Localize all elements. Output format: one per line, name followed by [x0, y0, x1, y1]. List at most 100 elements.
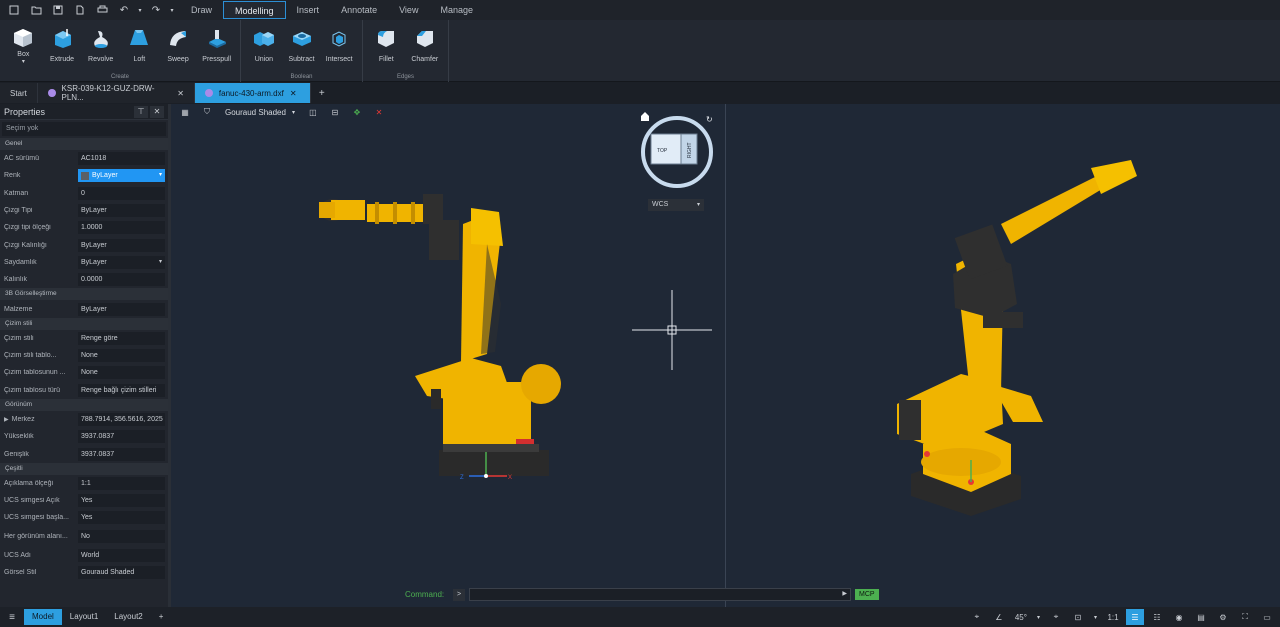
save-icon[interactable]: [48, 1, 68, 19]
pin-icon[interactable]: ⊤: [134, 105, 148, 118]
menu-view[interactable]: View: [388, 1, 429, 19]
section-view[interactable]: Görünüm: [0, 398, 168, 411]
union-label: Union: [254, 56, 273, 63]
ucs-icon-on-field[interactable]: Yes: [78, 494, 165, 508]
notes-icon[interactable]: ▤: [1192, 609, 1210, 625]
save-as-icon[interactable]: [70, 1, 90, 19]
expand-arrow-icon[interactable]: ▶: [4, 417, 9, 423]
annotation-scale[interactable]: 1:1: [1104, 609, 1122, 625]
fullscreen-icon[interactable]: ⛶: [1236, 609, 1254, 625]
transparency-dropdown[interactable]: ByLayer ▾: [78, 255, 165, 269]
linetype-scale-field[interactable]: 1.0000: [78, 221, 165, 235]
menu-annotate[interactable]: Annotate: [330, 1, 388, 19]
visual-style-field[interactable]: Gouraud Shaded: [78, 566, 165, 580]
properties-list-icon[interactable]: ☷: [1148, 609, 1166, 625]
ribbon-group-boolean: Union Subtract Intersect Boolean: [241, 20, 363, 82]
tab-document-1[interactable]: KSR-039-K12-GUZ-DRW-PLN... ✕: [37, 83, 195, 103]
thickness-field[interactable]: 0.0000: [78, 273, 165, 287]
chamfer-label: Chamfer: [411, 56, 439, 63]
prop-row-cizim-tablosunun: Çizim tablosunun ... None: [0, 364, 168, 381]
ucs-icon-origin-field[interactable]: Yes: [78, 511, 165, 525]
print-icon[interactable]: [92, 1, 112, 19]
annotation-scale-field[interactable]: 1:1: [78, 476, 165, 490]
plot-style-field[interactable]: Renge göre: [78, 331, 165, 345]
command-history-button[interactable]: >: [453, 588, 465, 601]
chat-icon[interactable]: ▭: [1258, 609, 1276, 625]
center-field[interactable]: 788.7914, 356.5616, 2025: [78, 413, 165, 426]
prop-key: Çizgi Tipi: [4, 207, 33, 215]
drawing-viewport[interactable]: ▦ ⛉ Gouraud Shaded ▾ ◫ ⊟ ✥ ✕ Z X TOP RIG…: [171, 104, 1280, 607]
loft-icon: [127, 27, 151, 49]
fillet-icon: [374, 27, 398, 49]
subtract-label: Subtract: [288, 56, 315, 63]
chevron-right-icon[interactable]: ▶: [842, 590, 847, 597]
ucs-per-viewport-field[interactable]: No: [78, 530, 165, 544]
menu-draw[interactable]: Draw: [180, 1, 223, 19]
plot-table-attached-field[interactable]: None: [78, 366, 165, 380]
lineweight-field[interactable]: ByLayer: [78, 238, 165, 252]
menu-manage[interactable]: Manage: [429, 1, 484, 19]
layer-field[interactable]: 0: [78, 186, 165, 200]
tab-layout1[interactable]: Layout1: [62, 609, 106, 625]
presspull-icon: [205, 27, 229, 49]
linetype-field[interactable]: ByLayer: [78, 204, 165, 218]
object-snap-icon[interactable]: ⌖: [1047, 609, 1065, 625]
undo-dropdown-icon[interactable]: ▾: [136, 1, 144, 19]
new-tab-button[interactable]: +: [311, 83, 333, 103]
fillet-label: Fillet: [378, 56, 394, 63]
tab-start[interactable]: Start: [0, 83, 38, 103]
view-cube[interactable]: TOP RIGHT ↻: [641, 112, 713, 188]
material-field[interactable]: ByLayer: [78, 302, 165, 316]
section-plot-style[interactable]: Çizim stili: [0, 317, 168, 330]
close-tab-icon[interactable]: ✕: [177, 89, 184, 98]
tab-document-2[interactable]: fanuc-430-arm.dxf ✕: [194, 83, 311, 103]
open-folder-icon[interactable]: [26, 1, 46, 19]
polar-angle-value[interactable]: 45°: [1012, 609, 1030, 625]
selection-dropdown[interactable]: Seçim yok: [2, 122, 166, 136]
height-field[interactable]: 3937.0837: [78, 430, 165, 444]
visibility-eye-icon[interactable]: ◉: [1170, 609, 1188, 625]
polar-angle-icon[interactable]: ∠: [990, 609, 1008, 625]
command-input[interactable]: ▶: [469, 588, 851, 601]
ucs-name-field[interactable]: World: [78, 548, 165, 562]
view-cube-top-label[interactable]: TOP: [657, 148, 668, 154]
close-icon[interactable]: ✕: [150, 105, 164, 118]
plot-table-type-field[interactable]: Renge bağlı çizim stilleri: [78, 383, 165, 397]
close-tab-icon[interactable]: ✕: [290, 89, 297, 98]
add-layout-button[interactable]: +: [151, 609, 172, 625]
new-file-icon[interactable]: [4, 1, 24, 19]
hamburger-menu-icon[interactable]: ≡: [0, 612, 24, 623]
wcs-dropdown[interactable]: WCS ▾: [648, 199, 704, 211]
lineweight-icon[interactable]: ☰: [1126, 609, 1144, 625]
redo-icon[interactable]: ↷: [146, 1, 166, 19]
mcp-badge[interactable]: MCP: [855, 589, 879, 600]
intersect-icon: [327, 27, 351, 49]
redo-dropdown-icon[interactable]: ▾: [168, 1, 176, 19]
prop-row-saydamlik: Saydamlık ByLayer ▾: [0, 254, 168, 271]
snap-crosshair-icon[interactable]: ⌖: [968, 609, 986, 625]
undo-icon[interactable]: ↶: [114, 1, 134, 19]
menu-insert[interactable]: Insert: [286, 1, 331, 19]
chevron-down-icon[interactable]: ▾: [1034, 609, 1043, 625]
ribbon: Box ▾ Extrude Revolve Loft Sweep Presspu…: [0, 20, 1280, 82]
menu-modelling[interactable]: Modelling: [223, 1, 286, 19]
tab-layout2[interactable]: Layout2: [106, 609, 150, 625]
box-label: Box: [17, 51, 30, 58]
settings-gear-icon[interactable]: ⚙: [1214, 609, 1232, 625]
osnap-box-icon[interactable]: ⊡: [1069, 609, 1087, 625]
command-line: Command: > ▶ MCP: [405, 588, 879, 601]
axis-x-label: X: [508, 475, 512, 481]
tab-model[interactable]: Model: [24, 609, 62, 625]
color-dropdown[interactable]: ByLayer ▾: [78, 169, 165, 183]
section-genel[interactable]: Genel: [0, 138, 168, 150]
chevron-down-icon[interactable]: ▾: [1091, 609, 1100, 625]
width-field[interactable]: 3937.0837: [78, 447, 165, 461]
rotate-view-icon[interactable]: ↻: [706, 115, 713, 124]
union-icon: [252, 27, 276, 49]
section-misc[interactable]: Çeşitli: [0, 462, 168, 475]
box-dropdown-icon[interactable]: ▾: [22, 58, 25, 65]
plot-style-table-field[interactable]: None: [78, 349, 165, 363]
home-icon[interactable]: [641, 112, 649, 121]
view-cube-right-label[interactable]: RIGHT: [687, 142, 693, 158]
section-3d-visualization[interactable]: 3B Görselleştirme: [0, 288, 168, 301]
